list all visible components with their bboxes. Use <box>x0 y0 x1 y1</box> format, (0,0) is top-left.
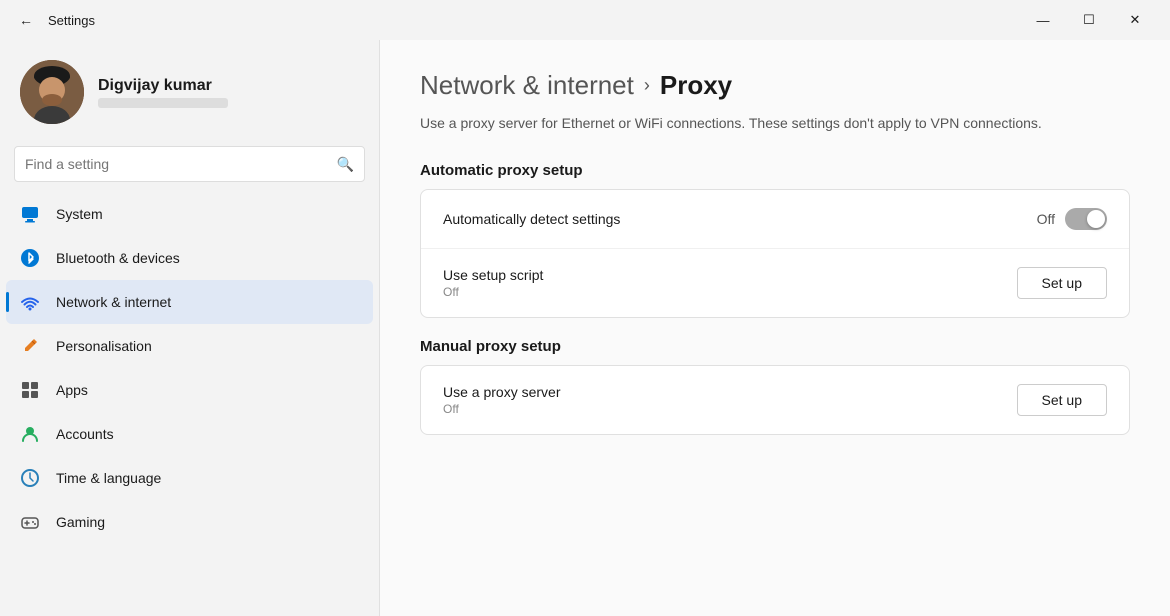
back-button[interactable]: ← <box>12 6 40 34</box>
auto-detect-label: Automatically detect settings <box>443 211 1037 227</box>
page-title: Proxy <box>660 70 732 101</box>
section-title-manual: Manual proxy setup <box>420 338 1130 355</box>
nav-list: System Bluetooth & devices <box>0 192 379 544</box>
profile-email <box>98 98 228 108</box>
personalisation-icon <box>18 334 42 358</box>
sidebar-label-bluetooth: Bluetooth & devices <box>56 250 180 266</box>
sidebar-item-network[interactable]: Network & internet <box>6 280 373 324</box>
main-content: Network & internet › Proxy Use a proxy s… <box>380 40 1170 616</box>
accounts-icon <box>18 422 42 446</box>
close-button[interactable]: ✕ <box>1112 4 1158 36</box>
proxy-server-control: Set up <box>1017 384 1107 416</box>
proxy-server-button[interactable]: Set up <box>1017 384 1107 416</box>
profile-section[interactable]: Digvijay kumar <box>0 40 379 140</box>
window-controls: — ☐ ✕ <box>1020 4 1158 36</box>
network-icon <box>18 290 42 314</box>
setup-script-sublabel: Off <box>443 285 1017 299</box>
sidebar-item-bluetooth[interactable]: Bluetooth & devices <box>6 236 373 280</box>
section-title-automatic: Automatic proxy setup <box>420 162 1130 179</box>
bluetooth-icon <box>18 246 42 270</box>
sidebar-label-gaming: Gaming <box>56 514 105 530</box>
minimize-button[interactable]: — <box>1020 4 1066 36</box>
setup-script-row: Use setup script Off Set up <box>421 249 1129 317</box>
sidebar-label-time: Time & language <box>56 470 161 486</box>
auto-detect-info: Automatically detect settings <box>443 211 1037 227</box>
proxy-server-label: Use a proxy server <box>443 384 1017 400</box>
search-wrapper: 🔍 <box>0 140 379 192</box>
breadcrumb-chevron: › <box>644 75 650 96</box>
page-description: Use a proxy server for Ethernet or WiFi … <box>420 113 1120 134</box>
sidebar-item-accounts[interactable]: Accounts <box>6 412 373 456</box>
automatic-proxy-card: Automatically detect settings Off Use se… <box>420 189 1130 318</box>
sidebar-item-time[interactable]: Time & language <box>6 456 373 500</box>
sidebar-item-system[interactable]: System <box>6 192 373 236</box>
sidebar-item-apps[interactable]: Apps <box>6 368 373 412</box>
system-icon <box>18 202 42 226</box>
search-input[interactable] <box>25 156 329 172</box>
proxy-server-info: Use a proxy server Off <box>443 384 1017 416</box>
search-box: 🔍 <box>14 146 365 182</box>
avatar-image <box>20 60 84 124</box>
sidebar: Digvijay kumar 🔍 System <box>0 40 380 616</box>
profile-info: Digvijay kumar <box>98 77 228 108</box>
proxy-server-sublabel: Off <box>443 402 1017 416</box>
time-icon <box>18 466 42 490</box>
app-body: Digvijay kumar 🔍 System <box>0 40 1170 616</box>
app-title: Settings <box>48 13 95 28</box>
auto-detect-row: Automatically detect settings Off <box>421 190 1129 249</box>
breadcrumb-parent[interactable]: Network & internet <box>420 70 634 101</box>
setup-script-label: Use setup script <box>443 267 1017 283</box>
auto-detect-control: Off <box>1037 208 1107 230</box>
apps-icon <box>18 378 42 402</box>
breadcrumb: Network & internet › Proxy <box>420 70 1130 101</box>
profile-name: Digvijay kumar <box>98 77 228 95</box>
sidebar-label-system: System <box>56 206 103 222</box>
setup-script-button[interactable]: Set up <box>1017 267 1107 299</box>
sidebar-label-apps: Apps <box>56 382 88 398</box>
auto-detect-toggle[interactable] <box>1065 208 1107 230</box>
toggle-thumb <box>1087 210 1105 228</box>
setup-script-info: Use setup script Off <box>443 267 1017 299</box>
avatar <box>20 60 84 124</box>
maximize-button[interactable]: ☐ <box>1066 4 1112 36</box>
sidebar-label-accounts: Accounts <box>56 426 114 442</box>
sidebar-item-gaming[interactable]: Gaming <box>6 500 373 544</box>
search-icon: 🔍 <box>337 156 354 173</box>
setup-script-control: Set up <box>1017 267 1107 299</box>
toggle-off-label: Off <box>1037 211 1055 227</box>
titlebar: ← Settings — ☐ ✕ <box>0 0 1170 40</box>
manual-proxy-card: Use a proxy server Off Set up <box>420 365 1130 435</box>
sidebar-label-personalisation: Personalisation <box>56 338 152 354</box>
sidebar-label-network: Network & internet <box>56 294 171 310</box>
gaming-icon <box>18 510 42 534</box>
sidebar-item-personalisation[interactable]: Personalisation <box>6 324 373 368</box>
proxy-server-row: Use a proxy server Off Set up <box>421 366 1129 434</box>
